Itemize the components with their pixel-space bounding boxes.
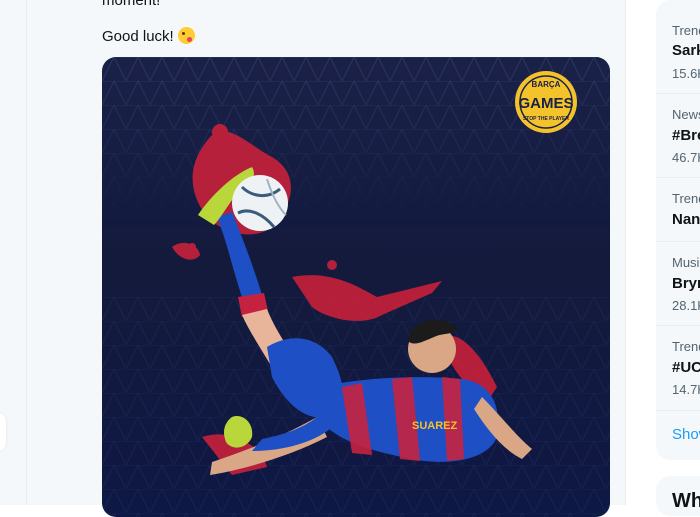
- tweet-text-good-luck: Good luck!: [102, 28, 174, 45]
- trend-item[interactable]: Trending Sarkozy 15.6K Tweets: [656, 0, 700, 94]
- trend-count: 46.7K Tweets: [672, 150, 700, 165]
- trend-context: Trending: [672, 191, 700, 206]
- trend-context: Trending: [672, 339, 700, 354]
- trend-name: #Brexit: [672, 127, 700, 144]
- trend-count: 14.7K Tweets: [672, 382, 700, 397]
- badge-bottom-text: STOP THE PLAYER: [523, 116, 569, 122]
- trend-item[interactable]: Trending Nan: [656, 177, 700, 242]
- trends-panel: Trending Sarkozy 15.6K Tweets News #Brex…: [656, 0, 700, 460]
- barca-games-badge: BARÇA GAMES STOP THE PLAYER: [515, 71, 577, 133]
- show-more-link[interactable]: Show more: [672, 426, 700, 443]
- jersey-name-label: SUAREZ: [412, 420, 458, 432]
- badge-main-text: GAMES: [518, 95, 573, 112]
- trend-context: Trending: [672, 23, 700, 38]
- trend-context: News: [672, 107, 700, 122]
- football: [232, 175, 288, 231]
- trend-name: Bryn: [672, 275, 700, 292]
- trend-item[interactable]: Trending #UCL 14.7K Tweets: [656, 325, 700, 411]
- trend-name: #UCL: [672, 359, 700, 376]
- zany-face-emoji-icon: [177, 27, 195, 44]
- badge-top-text: BARÇA: [532, 80, 561, 89]
- trend-context: Music: [672, 255, 700, 270]
- trend-item[interactable]: Music Bryn 28.1K Tweets: [656, 241, 700, 326]
- tweet-text-line-2: Good luck!: [102, 27, 195, 47]
- who-to-follow-panel: Who to follow: [656, 476, 700, 516]
- trend-count: 28.1K Tweets: [672, 298, 700, 313]
- trend-name: Nan: [672, 211, 700, 228]
- tweet-text-line-1: moment!: [102, 0, 161, 9]
- timeline-column: moment! Good luck! SUAREZ BARÇA GAMES ST…: [26, 0, 626, 517]
- trend-name: Sarkozy: [672, 42, 700, 59]
- bicycle-kick-illustration: SUAREZ BARÇA GAMES STOP THE PLAYER: [102, 57, 610, 517]
- tweet-media-image[interactable]: SUAREZ BARÇA GAMES STOP THE PLAYER: [102, 57, 610, 517]
- left-nav-edge[interactable]: [0, 412, 6, 452]
- who-to-follow-heading: Who to follow: [672, 490, 700, 512]
- trend-count: 15.6K Tweets: [672, 66, 700, 81]
- trend-item[interactable]: News #Brexit 46.7K Tweets: [656, 93, 700, 178]
